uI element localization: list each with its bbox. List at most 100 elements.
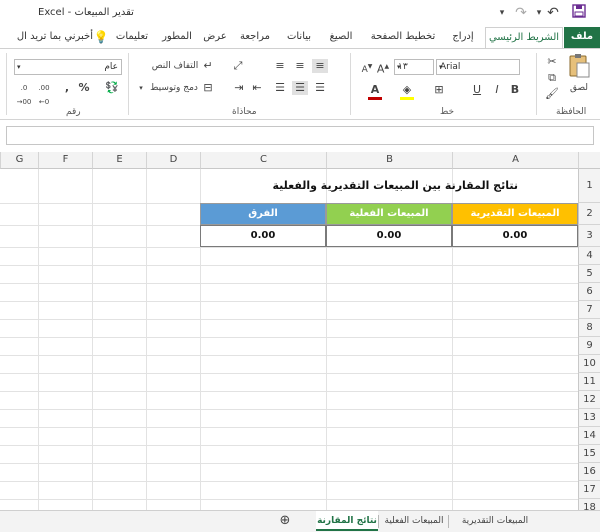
row-header[interactable]: 11 <box>578 373 600 391</box>
grid-line <box>146 169 147 510</box>
row-header[interactable]: 18 <box>578 499 600 510</box>
tab-developer[interactable]: المطور <box>155 27 199 49</box>
copy-icon[interactable]: ⧉ <box>544 71 560 85</box>
wrap-text-button[interactable]: التفاف النص <box>150 59 200 73</box>
grid-line <box>0 391 578 392</box>
row-header[interactable]: 2 <box>578 203 600 225</box>
sheet-tab-estimated-sales[interactable]: المبيعات التقديرية <box>450 511 540 531</box>
row-header[interactable]: 6 <box>578 283 600 301</box>
percent-icon[interactable]: % <box>78 81 90 95</box>
header-cell-difference[interactable]: الفرق <box>200 203 326 225</box>
grid-line <box>0 481 578 482</box>
bold-icon[interactable]: B <box>508 83 522 97</box>
align-left-icon[interactable]: ☰ <box>272 81 288 95</box>
row-header[interactable]: 17 <box>578 481 600 499</box>
undo-dropdown-icon[interactable]: ▾ <box>530 4 548 22</box>
value-cell-actual-sales[interactable]: 0.00 <box>326 225 452 247</box>
column-header-g[interactable]: G <box>0 152 38 169</box>
row-header[interactable]: 3 <box>578 225 600 247</box>
font-size-select[interactable]: ١٣ ▾ <box>394 59 434 75</box>
tab-file[interactable]: ملف <box>564 27 600 49</box>
tab-review[interactable]: مراجعة <box>231 27 279 49</box>
row-header[interactable]: 5 <box>578 265 600 283</box>
grid-line <box>0 337 578 338</box>
column-header-c[interactable]: C <box>200 152 326 169</box>
select-all-corner[interactable] <box>578 152 600 169</box>
italic-icon[interactable]: I <box>490 83 504 97</box>
header-cell-actual-sales[interactable]: المبيعات الفعلية <box>326 203 452 225</box>
align-center-icon[interactable]: ☰ <box>292 81 308 95</box>
align-bottom-icon[interactable]: ≡ <box>272 59 288 73</box>
increase-decimal-icon[interactable]: .00 ←0 <box>36 81 52 109</box>
value-cell-difference[interactable]: 0.00 <box>200 225 326 247</box>
merge-center-icon[interactable]: ⊟ <box>202 81 214 95</box>
tab-insert[interactable]: إدراج <box>443 27 483 49</box>
formula-input[interactable] <box>6 126 594 145</box>
orientation-icon[interactable]: ⤢ <box>230 59 246 73</box>
format-painter-icon[interactable]: 🖌 <box>544 87 560 101</box>
row-header[interactable]: 9 <box>578 337 600 355</box>
increase-indent-icon[interactable]: ⇥ <box>232 81 246 95</box>
row-header[interactable]: 1 <box>578 169 600 203</box>
grid-line <box>92 169 93 510</box>
column-header-a[interactable]: A <box>452 152 578 169</box>
lightbulb-icon[interactable]: 💡 <box>93 27 109 49</box>
align-top-icon[interactable]: ≡ <box>312 59 328 73</box>
row-header[interactable]: 16 <box>578 463 600 481</box>
tab-data[interactable]: بيانات <box>279 27 319 49</box>
decrease-font-size-icon[interactable]: A▼ <box>360 60 374 77</box>
tab-help[interactable]: تعليمات <box>109 27 155 49</box>
header-cell-estimated-sales[interactable]: المبيعات التقديرية <box>452 203 578 225</box>
ribbon: لصق ✂ ⧉ 🖌 الحافظة Arial ▾ ١٣ ▾ A▲ A▼ B I… <box>0 48 600 120</box>
save-icon[interactable] <box>570 4 588 22</box>
decrease-decimal-icon[interactable]: .0 →00 <box>16 81 32 109</box>
row-header[interactable]: 7 <box>578 301 600 319</box>
tab-page-layout[interactable]: تخطيط الصفحة <box>363 27 443 49</box>
value-cell-estimated-sales[interactable]: 0.00 <box>452 225 578 247</box>
chevron-down-icon: ▾ <box>17 63 21 71</box>
borders-icon[interactable]: ⊞ <box>432 83 446 97</box>
merge-center-button[interactable]: دمج وتوسيط <box>146 81 202 95</box>
comma-style-icon[interactable]: , <box>62 81 72 95</box>
separator <box>128 53 129 115</box>
chevron-down-icon: ▾ <box>439 63 443 71</box>
group-label-clipboard: الحافظة <box>556 107 587 117</box>
tab-view[interactable]: عرض <box>199 27 231 49</box>
number-format-select[interactable]: عام ▾ <box>14 59 122 75</box>
fill-color-icon[interactable]: ◈ <box>400 83 414 100</box>
paste-button[interactable]: لصق <box>566 81 592 95</box>
decrease-indent-icon[interactable]: ⇤ <box>250 81 264 95</box>
column-header-f[interactable]: F <box>38 152 92 169</box>
worksheet-grid[interactable]: A B C D E F G 1 2 3 4 5 6 7 8 9 10 11 12… <box>0 152 600 510</box>
tell-me-search[interactable]: أخبرني بما تريد ال <box>0 27 93 49</box>
tab-home[interactable]: الشريط الرئيسي <box>485 27 563 49</box>
row-header[interactable]: 13 <box>578 409 600 427</box>
column-header-b[interactable]: B <box>326 152 452 169</box>
accounting-format-icon[interactable]: 💱 <box>104 81 120 95</box>
comparison-title-cell[interactable]: نتائج المقارنة بين المبيعات التقديرية وا… <box>272 179 518 192</box>
row-header[interactable]: 4 <box>578 247 600 265</box>
cut-icon[interactable]: ✂ <box>544 55 560 69</box>
sheet-tab-comparison-results[interactable]: نتائج المقارنة <box>316 511 378 531</box>
wrap-text-icon[interactable]: ↵ <box>202 59 214 73</box>
row-header[interactable]: 10 <box>578 355 600 373</box>
font-name-select[interactable]: Arial ▾ <box>436 59 520 75</box>
quick-access-dropdown-icon[interactable]: ▾ <box>493 4 511 22</box>
sheet-tab-actual-sales[interactable]: المبيعات الفعلية <box>380 511 448 531</box>
align-right-icon[interactable]: ☰ <box>312 81 328 95</box>
paste-icon[interactable] <box>566 53 592 81</box>
chevron-down-icon[interactable]: ▾ <box>136 81 146 95</box>
redo-icon[interactable]: ↷ <box>512 4 530 22</box>
row-header[interactable]: 12 <box>578 391 600 409</box>
add-sheet-icon[interactable]: ⊕ <box>276 511 294 531</box>
column-header-d[interactable]: D <box>146 152 200 169</box>
underline-icon[interactable]: U <box>470 83 484 97</box>
tab-formulas[interactable]: الصيغ <box>319 27 363 49</box>
row-header[interactable]: 8 <box>578 319 600 337</box>
column-header-e[interactable]: E <box>92 152 146 169</box>
row-header[interactable]: 14 <box>578 427 600 445</box>
increase-font-size-icon[interactable]: A▲ <box>376 60 390 77</box>
align-middle-icon[interactable]: ≡ <box>292 59 308 73</box>
row-header[interactable]: 15 <box>578 445 600 463</box>
font-color-icon[interactable]: A <box>368 83 382 100</box>
